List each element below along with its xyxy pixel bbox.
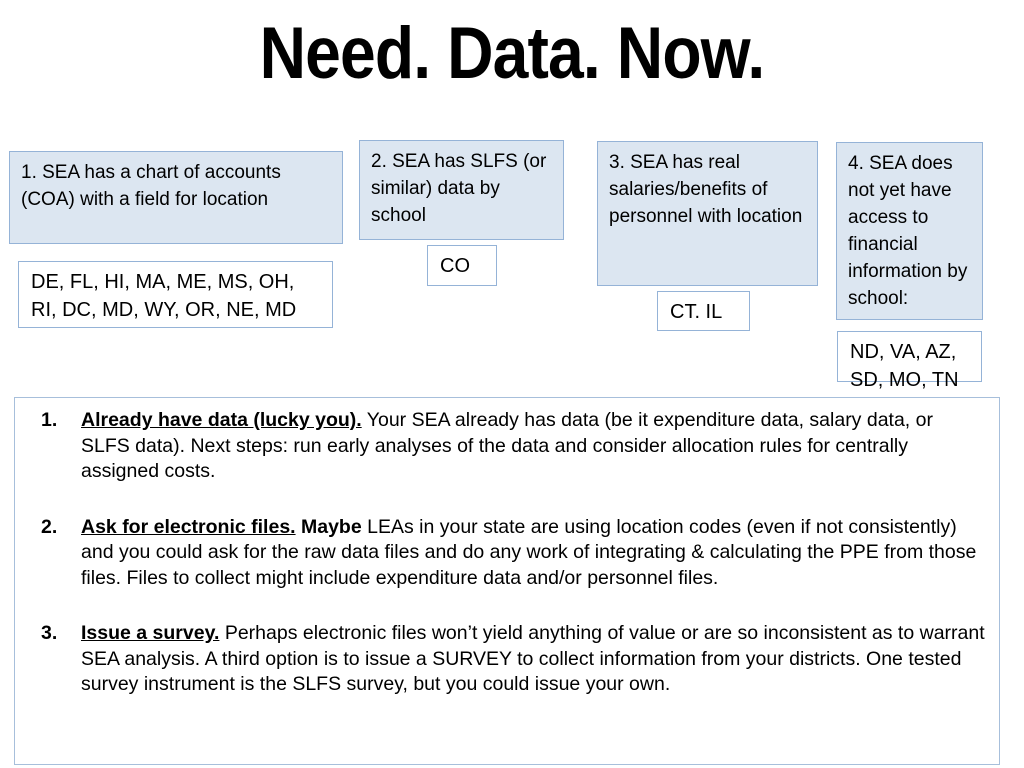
steps-list: 1. Already have data (lucky you). Your S… (29, 408, 985, 698)
step-number: 1. (41, 409, 58, 431)
category-box-4: 4. SEA does not yet have access to finan… (836, 142, 983, 320)
page-title: Need. Data. Now. (259, 13, 766, 94)
step-lead-underlined: Already have data (lucky you). (81, 409, 362, 431)
list-item: 1. Already have data (lucky you). Your S… (29, 408, 985, 485)
category-box-3: 3. SEA has real salaries/benefits of per… (597, 141, 818, 286)
state-list-1: DE, FL, HI, MA, ME, MS, OH, RI, DC, MD, … (18, 261, 333, 328)
category-box-1: 1. SEA has a chart of accounts (COA) wit… (9, 151, 343, 244)
step-lead-bold: Maybe (295, 515, 362, 538)
list-item: 3. Issue a survey. Perhaps electronic fi… (29, 621, 985, 698)
category-box-2: 2. SEA has SLFS (or similar) data by sch… (359, 140, 564, 240)
step-lead-underlined: Issue a survey. (81, 622, 220, 644)
list-item: 2. Ask for electronic files. Maybe LEAs … (29, 515, 985, 592)
step-number: 3. (41, 622, 58, 644)
state-list-3: CT. IL (657, 291, 750, 331)
steps-panel: 1. Already have data (lucky you). Your S… (14, 397, 1000, 765)
state-list-2: CO (427, 245, 497, 286)
step-number: 2. (41, 515, 58, 538)
state-list-4: ND, VA, AZ, SD, MO, TN (837, 331, 982, 391)
step-lead-underlined: Ask for electronic files. (81, 515, 296, 538)
